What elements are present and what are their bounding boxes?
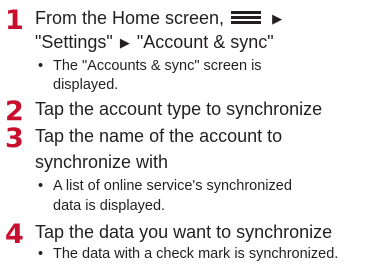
step-instruction: Tap the account type to synchronize bbox=[35, 99, 323, 119]
bullet: • bbox=[38, 58, 44, 74]
account-sync-label: "Account & sync" bbox=[136, 32, 274, 52]
menu-icon bbox=[231, 11, 262, 25]
step-number: 4 bbox=[5, 219, 24, 250]
step-note-cont: data is displayed. bbox=[53, 198, 166, 214]
step-instruction: Tap the data you want to synchronize bbox=[35, 222, 333, 242]
arrow-right-icon: ▶ bbox=[119, 36, 130, 51]
step-note-cont: displayed. bbox=[53, 77, 119, 93]
step-note: • A list of online service's synchronized bbox=[38, 178, 292, 194]
instruction-text: From the Home screen, bbox=[35, 8, 225, 28]
step-note: • The "Accounts & sync" screen is bbox=[38, 58, 262, 74]
step-instruction: Tap the name of the account to bbox=[35, 126, 283, 146]
step-instruction-cont: "Settings" ▶ "Account & sync" bbox=[35, 31, 274, 55]
step-number: 2 bbox=[5, 96, 24, 127]
step-number: 1 bbox=[5, 5, 24, 36]
step-note: • The data with a check mark is synchroni… bbox=[38, 246, 339, 262]
arrow-right-icon: ▶ bbox=[272, 12, 283, 27]
step-instruction: From the Home screen, ▶ bbox=[35, 7, 284, 31]
step-instruction-cont: synchronize with bbox=[35, 152, 169, 172]
bullet: • bbox=[38, 246, 44, 262]
bullet: • bbox=[38, 178, 44, 194]
step-number: 3 bbox=[5, 123, 24, 154]
settings-label: "Settings" bbox=[35, 32, 113, 52]
